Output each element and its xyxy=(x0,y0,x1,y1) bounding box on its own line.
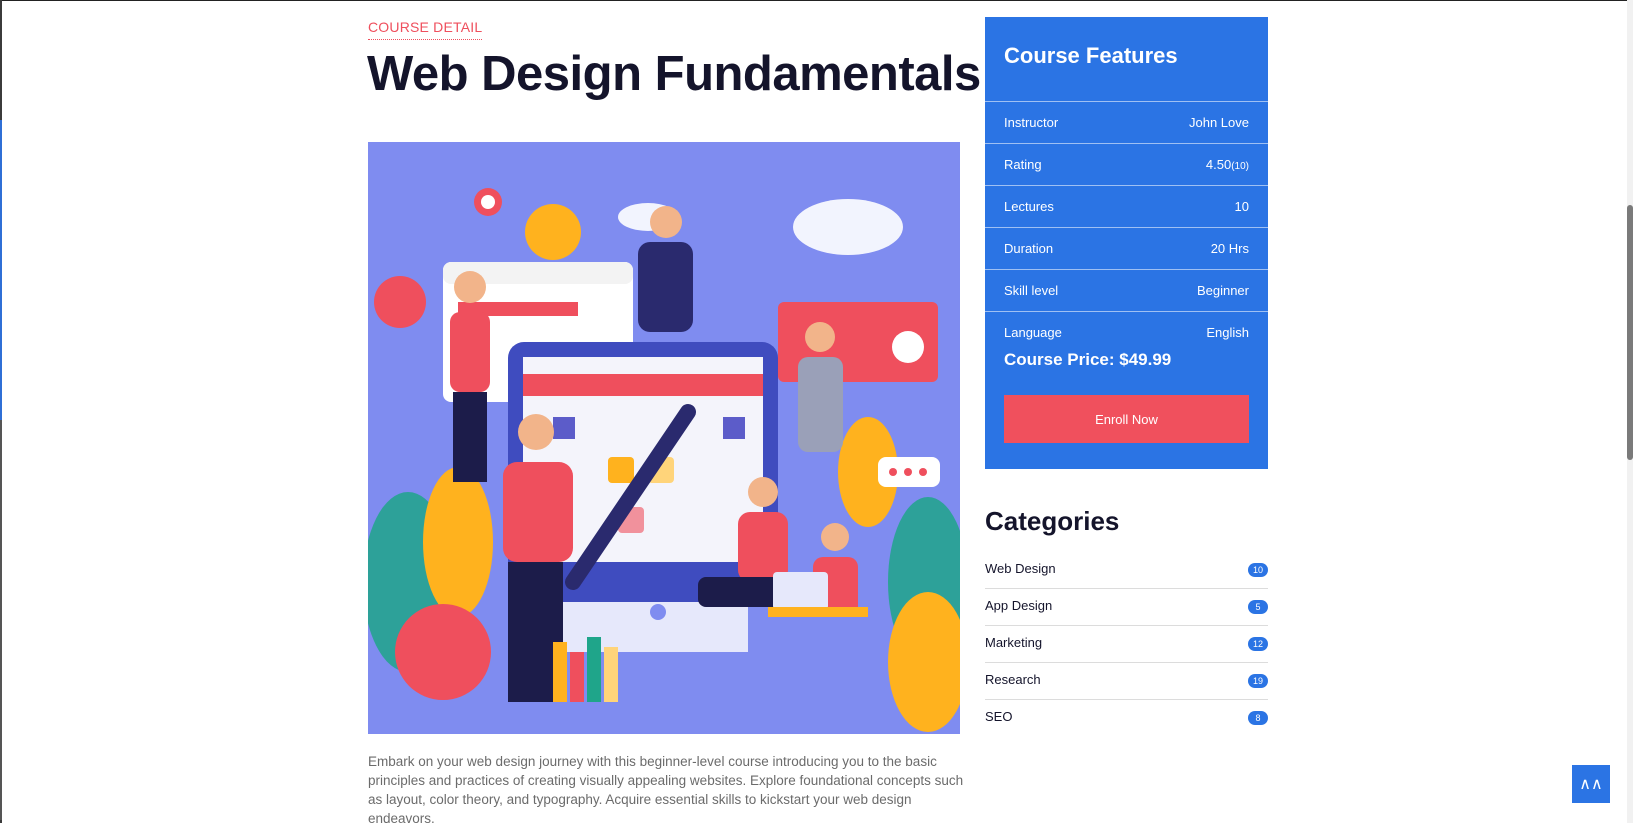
feature-row-language: Language English xyxy=(985,311,1268,354)
page-eyebrow: COURSE DETAIL xyxy=(368,19,483,40)
feature-label: Skill level xyxy=(1004,283,1059,298)
feature-value-text: English xyxy=(1206,325,1249,340)
left-edge-accent xyxy=(0,120,2,420)
window-top-border xyxy=(0,0,1633,1)
course-features-panel: Course Features Instructor John Love Rat… xyxy=(985,17,1268,469)
scroll-to-top-button[interactable]: ∧∧ xyxy=(1572,765,1610,803)
scrollbar-thumb[interactable] xyxy=(1627,205,1633,460)
page-title: Web Design Fundamentals xyxy=(367,47,981,101)
category-item-app-design[interactable]: App Design 5 xyxy=(985,589,1268,626)
feature-label: Lectures xyxy=(1004,199,1054,214)
category-item-marketing[interactable]: Marketing 12 xyxy=(985,626,1268,663)
window-left-edge xyxy=(0,0,2,823)
feature-value: John Love xyxy=(1189,115,1249,130)
feature-row-skill-level: Skill level Beginner xyxy=(985,269,1268,312)
category-item-research[interactable]: Research 19 xyxy=(985,663,1268,700)
feature-value: English xyxy=(1206,325,1249,340)
feature-label: Language xyxy=(1004,325,1062,340)
course-description: Embark on your web design journey with t… xyxy=(368,754,964,826)
course-price: Course Price: $49.99 xyxy=(1004,350,1172,369)
rating-value: 4.50 xyxy=(1205,157,1232,172)
category-name[interactable]: SEO xyxy=(985,709,1012,724)
enroll-now-button[interactable]: Enroll Now xyxy=(1004,395,1249,443)
feature-label: Duration xyxy=(1004,241,1054,256)
category-count-badge: 10 xyxy=(1248,563,1268,577)
feature-value: Beginner xyxy=(1197,283,1249,298)
category-count-badge: 12 xyxy=(1248,637,1268,651)
feature-row-rating: Rating 4.50(10) xyxy=(985,143,1268,186)
feature-value: 20 Hrs xyxy=(1211,241,1249,256)
feature-value-text: 20 Hrs xyxy=(1210,241,1249,256)
category-name[interactable]: Research xyxy=(985,672,1041,687)
course-features-title: Course Features xyxy=(1004,43,1178,68)
category-name[interactable]: Web Design xyxy=(985,561,1056,576)
category-item-seo[interactable]: SEO 8 xyxy=(985,700,1268,736)
course-hero-image xyxy=(368,142,960,734)
feature-value: 10 xyxy=(1235,199,1249,214)
feature-row-lectures: Lectures 10 xyxy=(985,185,1268,228)
categories-list: Web Design 10 App Design 5 Marketing 12 … xyxy=(985,552,1268,736)
category-count-badge: 8 xyxy=(1248,711,1268,725)
feature-value-text: 10 xyxy=(1234,199,1249,214)
double-chevron-up-icon: ∧∧ xyxy=(1579,776,1603,793)
categories-title: Categories xyxy=(985,506,1120,536)
category-item-web-design[interactable]: Web Design 10 xyxy=(985,552,1268,589)
feature-row-duration: Duration 20 Hrs xyxy=(985,227,1268,270)
hero-illustration xyxy=(368,142,960,734)
category-name[interactable]: App Design xyxy=(985,598,1052,613)
category-name[interactable]: Marketing xyxy=(985,635,1042,650)
feature-label: Rating xyxy=(1004,157,1042,172)
category-count-badge: 5 xyxy=(1248,600,1268,614)
feature-row-instructor: Instructor John Love xyxy=(985,101,1268,144)
feature-label: Instructor xyxy=(1004,115,1059,130)
category-count-badge: 19 xyxy=(1248,674,1268,688)
page-scrollbar[interactable] xyxy=(1627,0,1633,823)
feature-value-text: John Love xyxy=(1189,115,1249,130)
feature-value-text: Beginner xyxy=(1196,283,1249,298)
feature-value: 4.50(10) xyxy=(1206,157,1249,172)
left-edge-dark xyxy=(0,420,2,820)
rating-count: (10) xyxy=(1231,161,1249,172)
